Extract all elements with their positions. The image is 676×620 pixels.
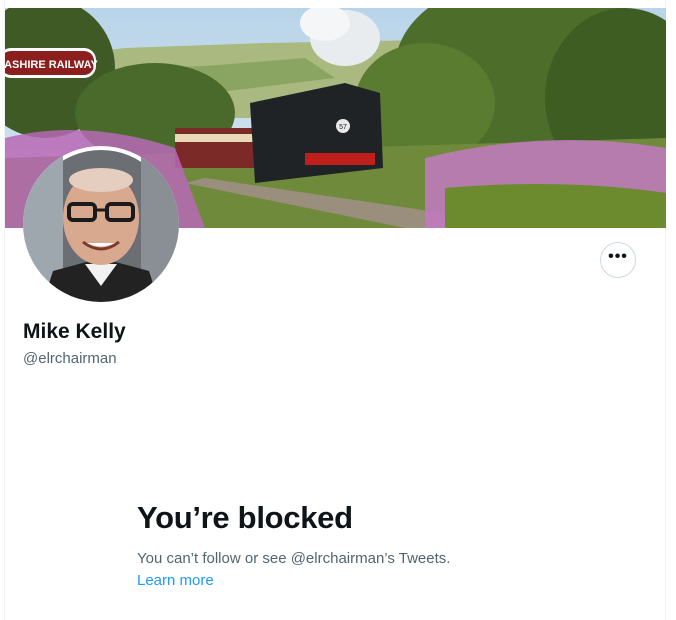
blocked-description: You can’t follow or see @elrchairman’s T… [137, 550, 451, 567]
profile-name: Mike Kelly [23, 320, 126, 343]
more-icon: ••• [608, 248, 628, 265]
profile-handle: @elrchairman [23, 350, 117, 367]
engine-number: 57 [339, 124, 347, 131]
blocked-title: You’re blocked [137, 500, 353, 535]
more-options-button[interactable]: ••• [600, 242, 636, 278]
avatar-photo [23, 146, 179, 302]
learn-more-link[interactable]: Learn more [137, 572, 214, 589]
railway-sign-text: CASHIRE RAILWAY [5, 59, 98, 71]
avatar[interactable] [23, 146, 179, 302]
